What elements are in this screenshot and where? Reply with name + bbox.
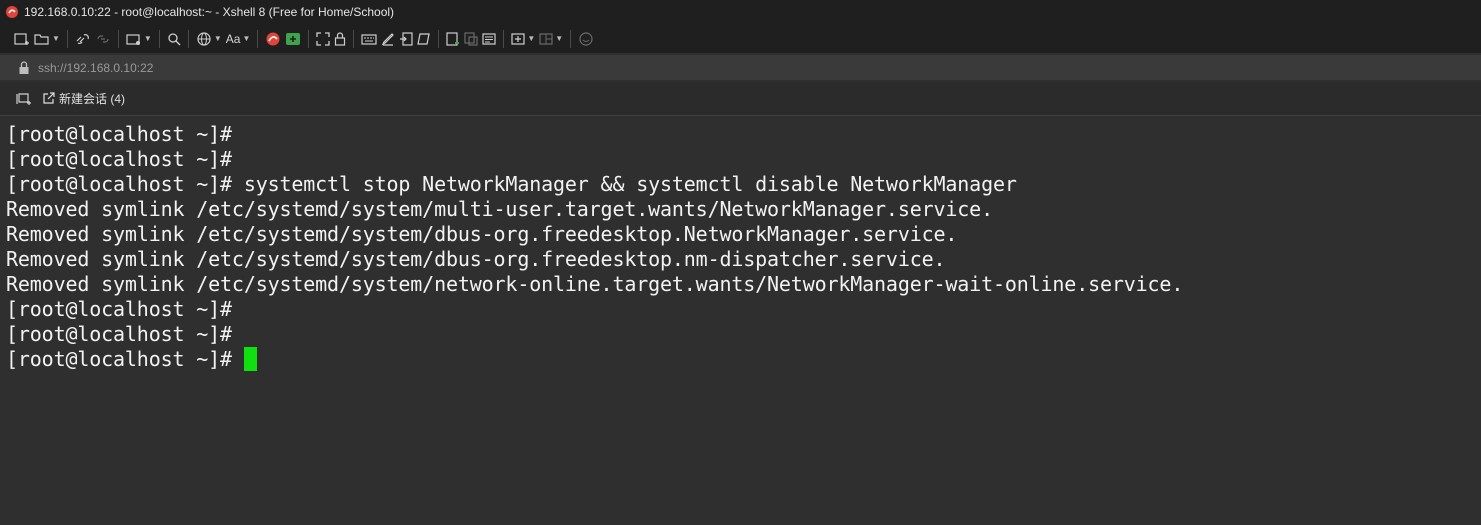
copy-file-button[interactable] (464, 29, 478, 49)
fullscreen-button[interactable] (316, 29, 331, 49)
compose-icon (382, 32, 395, 46)
fullscreen-icon (316, 31, 331, 46)
chevron-down-icon: ▼ (143, 34, 152, 43)
chevron-down-icon: ▼ (527, 34, 536, 43)
new-tab-button[interactable]: ▼ (126, 29, 152, 49)
terminal-line: [root@localhost ~]# systemctl stop Netwo… (6, 172, 1017, 196)
terminal-line: [root@localhost ~]# (6, 347, 244, 371)
title-bar: 192.168.0.10:22 - root@localhost:~ - Xsh… (0, 0, 1481, 24)
copy-file-icon (464, 31, 478, 46)
chevron-down-icon: ▼ (242, 34, 251, 43)
new-session-button[interactable] (14, 29, 30, 49)
lock-icon (335, 31, 346, 46)
terminal[interactable]: [root@localhost ~]# [root@localhost ~]# … (0, 117, 1481, 525)
chevron-down-icon: ▼ (213, 34, 222, 43)
layout-icon (539, 32, 553, 45)
xftp-button[interactable] (285, 29, 301, 49)
toolbar-divider (66, 29, 68, 48)
terminal-line: Removed symlink /etc/systemd/system/netw… (6, 272, 1184, 296)
tab-list-icon (16, 92, 31, 105)
xshell-icon (266, 32, 280, 45)
chevron-down-icon: ▼ (555, 34, 564, 43)
open-folder-icon (34, 33, 49, 45)
keyboard-icon (361, 33, 377, 45)
tab-list-button[interactable] (16, 92, 32, 106)
add-tab-icon (511, 32, 525, 45)
lock-icon (19, 60, 29, 74)
reconnect-button[interactable] (75, 29, 91, 49)
script-icon (417, 32, 431, 45)
disconnect-icon (97, 34, 109, 43)
toolbar-divider (308, 29, 310, 48)
terminal-line: [root@localhost ~]# (6, 322, 232, 346)
layout-button[interactable]: ▼ (539, 29, 563, 49)
terminal-cursor (244, 347, 257, 371)
address-bar[interactable]: ssh://192.168.0.10:22 (0, 55, 1481, 80)
disconnect-button[interactable] (95, 29, 111, 49)
font-icon: Aa (225, 31, 241, 46)
notes-icon (482, 32, 496, 45)
log-icon (400, 31, 413, 46)
font-button[interactable]: Aa ▼ (226, 29, 251, 49)
chat-button[interactable] (578, 29, 594, 49)
xshell-button[interactable] (265, 29, 281, 49)
xftp-icon (286, 32, 301, 45)
toolbar: ▼ ▼ ▼ Aa ▼ ▼ ▼ (0, 24, 1481, 53)
toolbar-divider (438, 29, 440, 48)
open-session-button[interactable]: ▼ (34, 29, 60, 49)
tab-session-label: 新建会话 (4) (59, 92, 126, 106)
keyboard-button[interactable] (361, 29, 377, 49)
toolbar-divider (570, 29, 572, 48)
toolbar-divider (117, 29, 119, 48)
address-url[interactable]: ssh://192.168.0.10:22 (38, 61, 153, 75)
lock-button[interactable] (334, 29, 346, 49)
notes-button[interactable] (482, 29, 496, 49)
find-button[interactable] (167, 29, 181, 49)
terminal-line: [root@localhost ~]# (6, 122, 232, 146)
compose-button[interactable] (381, 29, 395, 49)
chevron-down-icon: ▼ (52, 34, 60, 43)
script-button[interactable] (417, 29, 431, 49)
chat-icon (579, 31, 593, 46)
terminal-line: Removed symlink /etc/systemd/system/dbus… (6, 222, 958, 246)
globe-icon (197, 31, 211, 46)
toolbar-divider (158, 29, 160, 48)
reconnect-icon (76, 33, 89, 44)
xshell-logo-icon (6, 6, 18, 18)
terminal-line: Removed symlink /etc/systemd/system/mult… (6, 197, 993, 221)
toolbar-divider (353, 29, 355, 48)
toolbar-divider (187, 29, 189, 48)
terminal-line: [root@localhost ~]# (6, 147, 232, 171)
window-title: 192.168.0.10:22 - root@localhost:~ - Xsh… (24, 5, 395, 19)
tab-bar: 新建会话 (4) (0, 82, 1481, 116)
new-tab-icon (126, 33, 140, 45)
toolbar-divider (503, 29, 505, 48)
terminal-line: [root@localhost ~]# (6, 297, 232, 321)
toolbar-divider (257, 29, 259, 48)
new-file-icon (446, 31, 460, 46)
encoding-button[interactable]: ▼ (196, 29, 222, 49)
tab-session[interactable]: 新建会话 (4) (42, 90, 125, 107)
new-session-icon (14, 32, 29, 45)
new-file-button[interactable] (446, 29, 460, 49)
terminal-line: Removed symlink /etc/systemd/system/dbus… (6, 247, 946, 271)
log-button[interactable] (399, 29, 413, 49)
external-link-icon (43, 92, 55, 104)
search-icon (168, 32, 181, 45)
add-tab-button[interactable]: ▼ (511, 29, 535, 49)
